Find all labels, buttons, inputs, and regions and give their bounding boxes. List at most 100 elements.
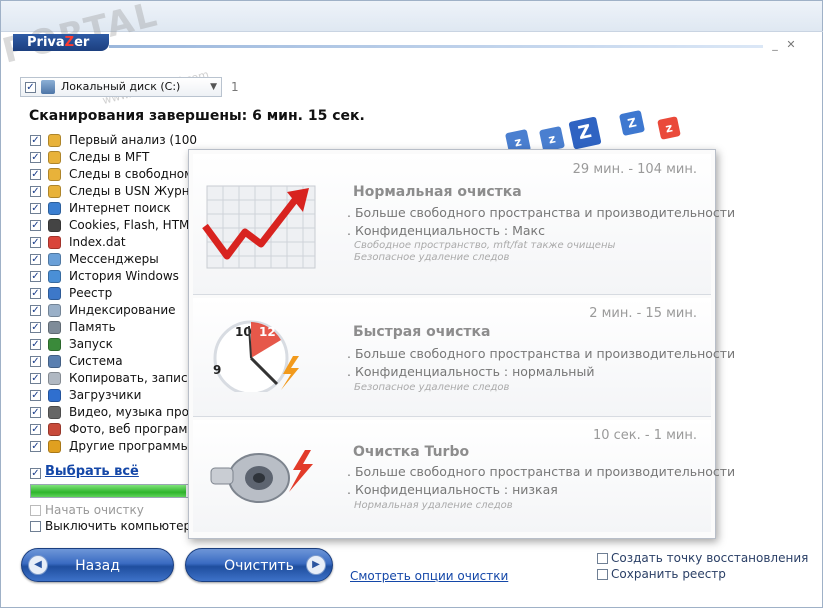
list-item[interactable]: ✓ Мессенджеры xyxy=(30,251,200,268)
start-cleaning-label: Начать очистку xyxy=(45,503,144,517)
list-item[interactable]: ✓ Система xyxy=(30,353,200,370)
photo-icon xyxy=(48,423,61,436)
item-checkbox[interactable]: ✓ xyxy=(30,220,41,231)
logo-z: Z xyxy=(64,35,75,50)
list-item[interactable]: ✓ Фото, веб программы xyxy=(30,421,200,438)
list-item[interactable]: ✓ Первый анализ (100 %) xyxy=(30,132,200,149)
mode-line: . Конфиденциальность : Макс xyxy=(347,223,545,238)
chevron-down-icon[interactable]: ▼ xyxy=(210,78,217,96)
drive-selector[interactable]: ✓ Локальный диск (C:) ▼ xyxy=(20,77,222,97)
globe-icon xyxy=(48,202,61,215)
mode-card-normal[interactable]: 29 мин. - 104 мин. Нормальная очистка . … xyxy=(193,154,735,295)
item-label: История Windows xyxy=(69,269,179,283)
item-label: Реестр xyxy=(69,286,113,300)
mode-note: Нормальная удаление следов xyxy=(354,500,513,511)
list-item[interactable]: ✓ Другие программы xyxy=(30,438,200,455)
target-icon xyxy=(48,236,61,249)
item-checkbox[interactable]: ✓ xyxy=(30,407,41,418)
mode-line: . Конфиденциальность : низкая xyxy=(347,482,558,497)
list-item[interactable]: ✓ История Windows xyxy=(30,268,200,285)
item-label: Память xyxy=(69,320,116,334)
item-checkbox[interactable]: ✓ xyxy=(30,271,41,282)
item-label: Index.dat xyxy=(69,235,126,249)
view-options-link[interactable]: Смотреть опции очистки xyxy=(350,569,508,583)
list-item[interactable]: ✓ Индексирование xyxy=(30,302,200,319)
shield-icon xyxy=(48,134,61,147)
z-logo-icon: Z xyxy=(618,109,646,137)
save-registry-option[interactable]: Сохранить реестр xyxy=(597,567,726,581)
shield-icon xyxy=(48,168,61,181)
list-item[interactable]: ✓ Загрузчики xyxy=(30,387,200,404)
close-button[interactable]: ✕ xyxy=(784,39,798,51)
list-item[interactable]: ✓ Память xyxy=(30,319,200,336)
list-item[interactable]: ✓ Cookies, Flash, HTML5 xyxy=(30,217,200,234)
restore-point-checkbox[interactable] xyxy=(597,553,608,564)
logo-prefix: Priva xyxy=(27,35,65,50)
people-icon xyxy=(48,253,61,266)
power-icon xyxy=(48,338,61,351)
shutdown-checkbox[interactable] xyxy=(30,521,41,532)
logo-suffix: er xyxy=(74,35,90,50)
drive-checkbox[interactable]: ✓ xyxy=(25,82,36,93)
headphones-icon xyxy=(48,406,61,419)
z-logo-icon: z xyxy=(657,116,681,140)
item-label: Индексирование xyxy=(69,303,176,317)
start-cleaning-checkbox[interactable] xyxy=(30,505,41,516)
list-item[interactable]: ✓ Копировать, записать xyxy=(30,370,200,387)
save-registry-checkbox[interactable] xyxy=(597,569,608,580)
chart-icon xyxy=(48,270,61,283)
item-label: Фото, веб программы xyxy=(69,422,200,436)
mode-note: Безопасное удаление следов xyxy=(354,382,510,393)
mode-time: 29 мин. - 104 мин. xyxy=(572,162,697,177)
turbo-icon xyxy=(199,438,319,511)
mode-title: Очистка Turbo xyxy=(353,444,470,460)
list-item[interactable]: ✓ Следы в MFT xyxy=(30,149,200,166)
item-checkbox[interactable]: ✓ xyxy=(30,237,41,248)
list-item[interactable]: ✓ Следы в свободном месте xyxy=(30,166,200,183)
drive-label: Локальный диск (C:) xyxy=(61,80,181,93)
item-checkbox[interactable]: ✓ xyxy=(30,203,41,214)
select-all-checkbox[interactable]: ✓ xyxy=(30,468,41,479)
restore-point-option[interactable]: Создать точку восстановления xyxy=(597,551,808,565)
item-checkbox[interactable]: ✓ xyxy=(30,305,41,316)
item-checkbox[interactable]: ✓ xyxy=(30,135,41,146)
mode-line: . Больше свободного пространства и произ… xyxy=(347,205,736,220)
item-checkbox[interactable]: ✓ xyxy=(30,356,41,367)
mode-title: Нормальная очистка xyxy=(353,184,522,200)
list-item[interactable]: ✓ Видео, музыка программы xyxy=(30,404,200,421)
list-item[interactable]: ✓ Index.dat xyxy=(30,234,200,251)
select-all-link[interactable]: Выбрать всё xyxy=(45,464,139,479)
item-checkbox[interactable]: ✓ xyxy=(30,322,41,333)
select-all[interactable]: ✓ Выбрать всё xyxy=(30,464,139,479)
list-item[interactable]: ✓ Интернет поиск xyxy=(30,200,200,217)
clean-button[interactable]: Очистить ▶ xyxy=(185,548,333,582)
list-item[interactable]: ✓ Следы в USN Журнале xyxy=(30,183,200,200)
item-checkbox[interactable]: ✓ xyxy=(30,390,41,401)
item-checkbox[interactable]: ✓ xyxy=(30,424,41,435)
mode-card-turbo[interactable]: 10 сек. - 1 мин. Очистка Turbo . Больше … xyxy=(193,420,735,532)
scan-items-list: ✓ Первый анализ (100 %) ✓ Следы в MFT ✓ Следы… xyxy=(30,132,200,455)
start-cleaning-option[interactable]: Начать очистку xyxy=(30,503,144,517)
item-checkbox[interactable]: ✓ xyxy=(30,339,41,350)
mode-line: . Конфиденциальность : нормальный xyxy=(347,364,595,379)
back-button[interactable]: ◀ Назад xyxy=(21,548,174,582)
list-item[interactable]: ✓ Запуск xyxy=(30,336,200,353)
hard-drive-icon xyxy=(41,80,55,94)
item-checkbox[interactable]: ✓ xyxy=(30,441,41,452)
item-checkbox[interactable]: ✓ xyxy=(30,254,41,265)
list-item[interactable]: ✓ Реестр xyxy=(30,285,200,302)
app-window: PORTAL www.softportal.com PrivaZer _ ✕ z… xyxy=(0,0,823,608)
item-checkbox[interactable]: ✓ xyxy=(30,152,41,163)
item-label: Другие программы xyxy=(69,439,191,453)
item-checkbox[interactable]: ✓ xyxy=(30,373,41,384)
shield-icon xyxy=(48,185,61,198)
system-icon xyxy=(48,355,61,368)
mode-card-quick[interactable]: 2 мин. - 15 мин. 10 12 9 Быстрая очистка… xyxy=(193,298,735,417)
item-checkbox[interactable]: ✓ xyxy=(30,169,41,180)
index-icon xyxy=(48,304,61,317)
growth-chart-icon xyxy=(199,182,319,275)
item-label: Следы в MFT xyxy=(69,150,150,164)
item-checkbox[interactable]: ✓ xyxy=(30,288,41,299)
minimize-button[interactable]: _ xyxy=(768,39,782,51)
item-checkbox[interactable]: ✓ xyxy=(30,186,41,197)
